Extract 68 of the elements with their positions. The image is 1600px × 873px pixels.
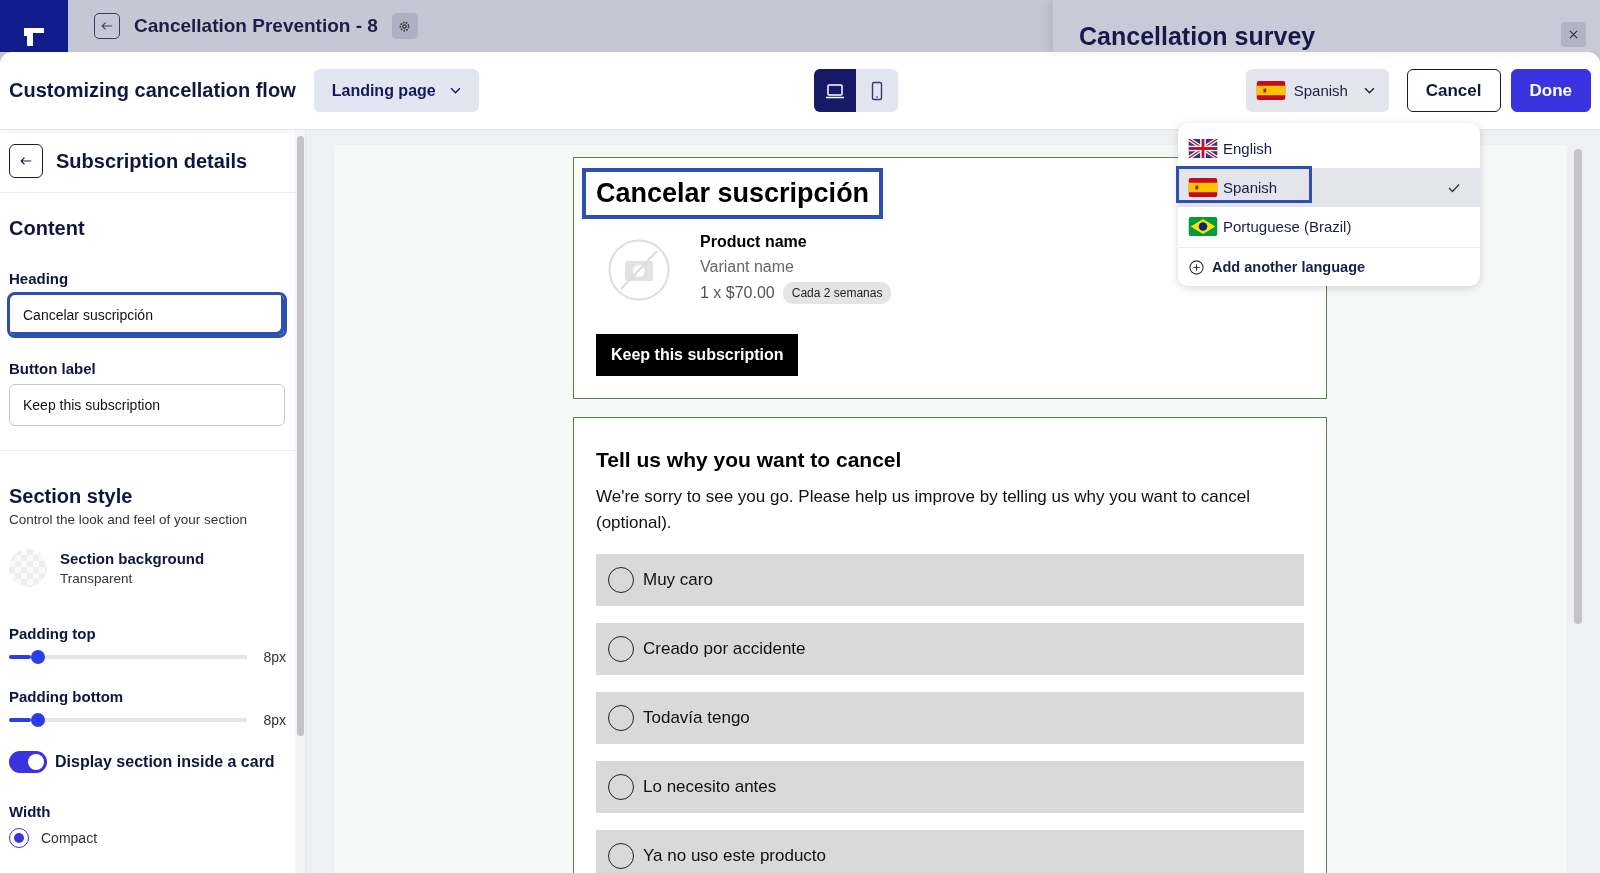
settings-icon[interactable]	[391, 13, 418, 39]
language-option[interactable]: Portuguese (Brazil)	[1178, 207, 1480, 246]
radio-button[interactable]	[9, 828, 29, 848]
back-button[interactable]	[94, 13, 120, 39]
text-field[interactable]: Cancelar suscripción	[9, 294, 285, 336]
toggle-switch[interactable]	[9, 751, 47, 773]
keep-subscription-button[interactable]: Keep this subscription	[596, 334, 799, 376]
survey-option[interactable]: Ya no uso este producto	[596, 830, 1304, 873]
scrollbar-thumb[interactable]	[296, 136, 304, 736]
slider-value: 8px	[263, 712, 286, 728]
text-field[interactable]: Keep this subscription	[9, 384, 285, 426]
variant-name: Variant name	[700, 258, 795, 276]
toggle-label: Display section inside a card	[55, 753, 275, 771]
field-label: Width	[9, 803, 52, 820]
background-value: Transparent	[60, 571, 134, 586]
language-option[interactable]: Spanish	[1178, 168, 1480, 207]
check-icon	[1448, 182, 1460, 193]
field-label: Button label	[9, 360, 97, 377]
language-option[interactable]: English	[1178, 129, 1480, 168]
survey-option[interactable]: Creado por accidente	[596, 623, 1304, 675]
plus-circle-icon	[1189, 259, 1204, 275]
uk-flag-icon	[1188, 139, 1218, 158]
panel-title: Cancellation survey	[1079, 22, 1316, 52]
spain-flag-icon	[1255, 81, 1286, 100]
field-label: Heading	[9, 270, 70, 287]
brazil-flag-icon	[1188, 217, 1218, 236]
slider-label: Padding bottom	[9, 688, 125, 705]
survey-description: We're sorry to see you go. Please help us improve by telling us why you want to cancel (optional).	[596, 486, 1251, 534]
background-label: Section background	[60, 550, 205, 567]
cancel-button[interactable]: Cancel	[1406, 69, 1501, 112]
desktop-view-button[interactable]	[813, 69, 856, 112]
back-button[interactable]	[9, 144, 43, 178]
flow-title: Cancellation Prevention - 8	[134, 15, 378, 37]
frequency-badge: Cada 2 semanas	[782, 282, 892, 304]
section-heading: Content	[9, 217, 86, 240]
caret-icon	[1363, 87, 1375, 94]
spain-flag-icon	[1188, 178, 1218, 197]
back-arrow-icon	[101, 21, 113, 31]
survey-option[interactable]: Lo necesito antes	[596, 761, 1304, 813]
close-icon	[1569, 30, 1578, 39]
section-heading: Section style	[9, 485, 134, 508]
slider-fill[interactable]	[9, 655, 31, 659]
back-arrow-icon	[20, 156, 32, 166]
done-button[interactable]: Done	[1510, 69, 1591, 112]
product-price: 1 x $70.00	[700, 284, 775, 302]
section-description: Control the look and feel of your section	[9, 512, 248, 527]
survey-option[interactable]: Todavía tengo	[596, 692, 1304, 744]
close-button[interactable]	[1561, 22, 1586, 47]
radio-label: Compact	[41, 830, 98, 846]
product-name: Product name	[700, 233, 808, 251]
slider-fill[interactable]	[9, 718, 31, 722]
slider-value: 8px	[263, 649, 286, 665]
scrollbar-thumb[interactable]	[1574, 149, 1582, 624]
survey-title: Tell us why you want to cancel	[596, 448, 903, 472]
mobile-view-button[interactable]	[855, 69, 898, 112]
survey-option[interactable]: Muy caro	[596, 554, 1304, 606]
language-select[interactable]: Spanish	[1245, 69, 1389, 112]
app-logo[interactable]	[0, 0, 68, 52]
no-image-icon	[608, 239, 670, 301]
preview-heading: Cancelar suscripción	[582, 168, 884, 219]
panel-heading: Subscription details	[56, 149, 248, 173]
slider-thumb[interactable]	[30, 650, 45, 664]
slider-label: Padding top	[9, 625, 97, 642]
page-select[interactable]: Landing page	[313, 69, 479, 112]
slider-thumb[interactable]	[30, 713, 45, 727]
editor-title: Customizing cancellation flow	[9, 79, 296, 102]
add-language-button[interactable]: Add another language	[1178, 247, 1480, 286]
caret-icon	[449, 87, 461, 94]
